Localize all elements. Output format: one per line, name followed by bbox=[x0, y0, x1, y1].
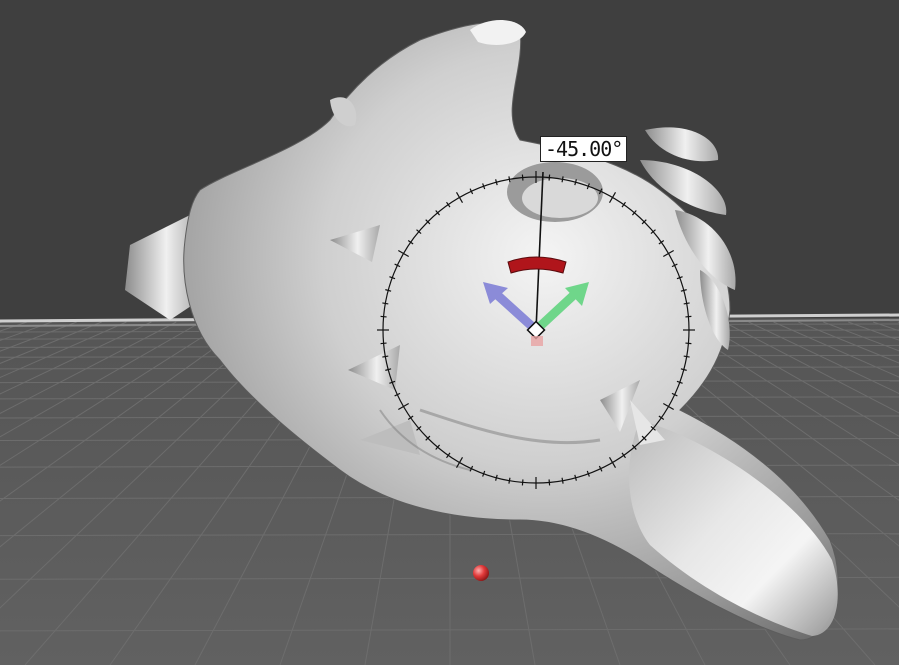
angle-readout: -45.00° bbox=[540, 136, 628, 162]
red-sphere-icon[interactable] bbox=[473, 565, 489, 581]
3d-viewport[interactable]: -45.00° bbox=[0, 0, 899, 665]
scene-canvas[interactable] bbox=[0, 0, 899, 665]
